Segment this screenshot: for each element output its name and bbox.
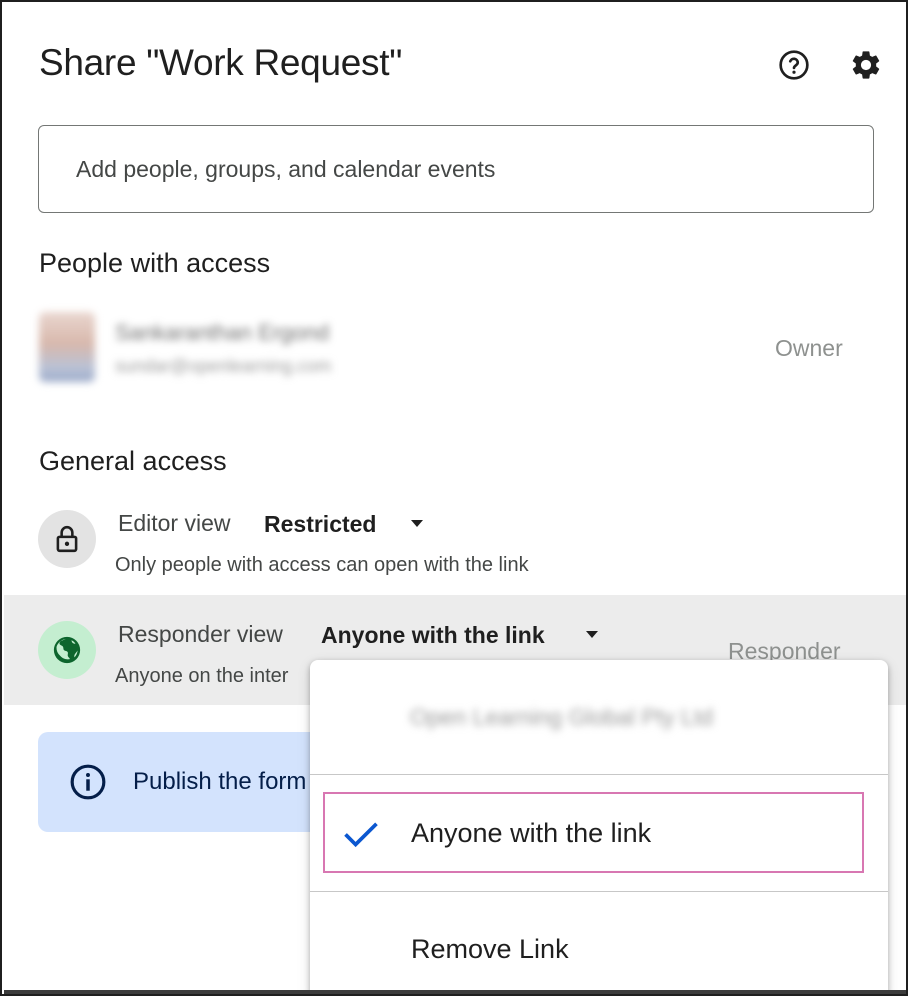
- info-icon-wrap: [69, 763, 107, 806]
- gear-icon: [852, 51, 880, 79]
- editor-access-dropdown[interactable]: Restricted: [264, 511, 376, 538]
- globe-icon: [53, 636, 81, 664]
- editor-access-icon-circle: [38, 510, 96, 568]
- responder-access-icon-circle: [38, 621, 96, 679]
- editor-access-description: Only people with access can open with th…: [115, 554, 529, 576]
- info-icon: [70, 764, 106, 800]
- editor-dropdown-caret-icon[interactable]: [411, 520, 423, 527]
- settings-button[interactable]: [846, 45, 886, 85]
- menu-divider: [310, 774, 888, 775]
- menu-divider: [310, 891, 888, 892]
- publish-banner-text: Publish the form: [133, 768, 307, 795]
- responder-view-label: Responder view: [118, 621, 283, 647]
- editor-view-label: Editor view: [118, 510, 231, 536]
- menu-option-remove-label: Remove Link: [411, 934, 569, 964]
- access-dropdown-menu: Open Learning Global Pty Ltd Anyone with…: [310, 660, 888, 994]
- owner-name: Sankaranthan Ergond: [115, 320, 330, 345]
- menu-option-remove-link[interactable]: [310, 900, 888, 994]
- owner-avatar: [39, 312, 95, 382]
- check-icon: [344, 822, 378, 848]
- dialog-title: Share "Work Request": [39, 42, 403, 83]
- menu-option-organization[interactable]: Open Learning Global Pty Ltd: [410, 704, 713, 731]
- responder-access-description: Anyone on the inter: [115, 665, 289, 687]
- share-dialog: Share "Work Request" People with access …: [0, 0, 908, 996]
- owner-role: Owner: [775, 335, 843, 361]
- owner-email: sundar@openlearning.com: [115, 356, 332, 376]
- responder-access-dropdown[interactable]: Anyone with the link: [321, 622, 545, 649]
- check-icon-wrap: [344, 820, 378, 855]
- responder-dropdown-caret-icon[interactable]: [586, 631, 598, 638]
- help-circle-icon: [779, 50, 809, 80]
- lock-icon: [56, 526, 78, 553]
- help-button[interactable]: [774, 45, 814, 85]
- add-people-input[interactable]: [38, 125, 874, 213]
- menu-option-anyone-label: Anyone with the link: [411, 818, 652, 848]
- people-with-access-heading: People with access: [39, 248, 271, 278]
- general-access-heading: General access: [39, 446, 227, 476]
- bottom-edge: [4, 990, 906, 994]
